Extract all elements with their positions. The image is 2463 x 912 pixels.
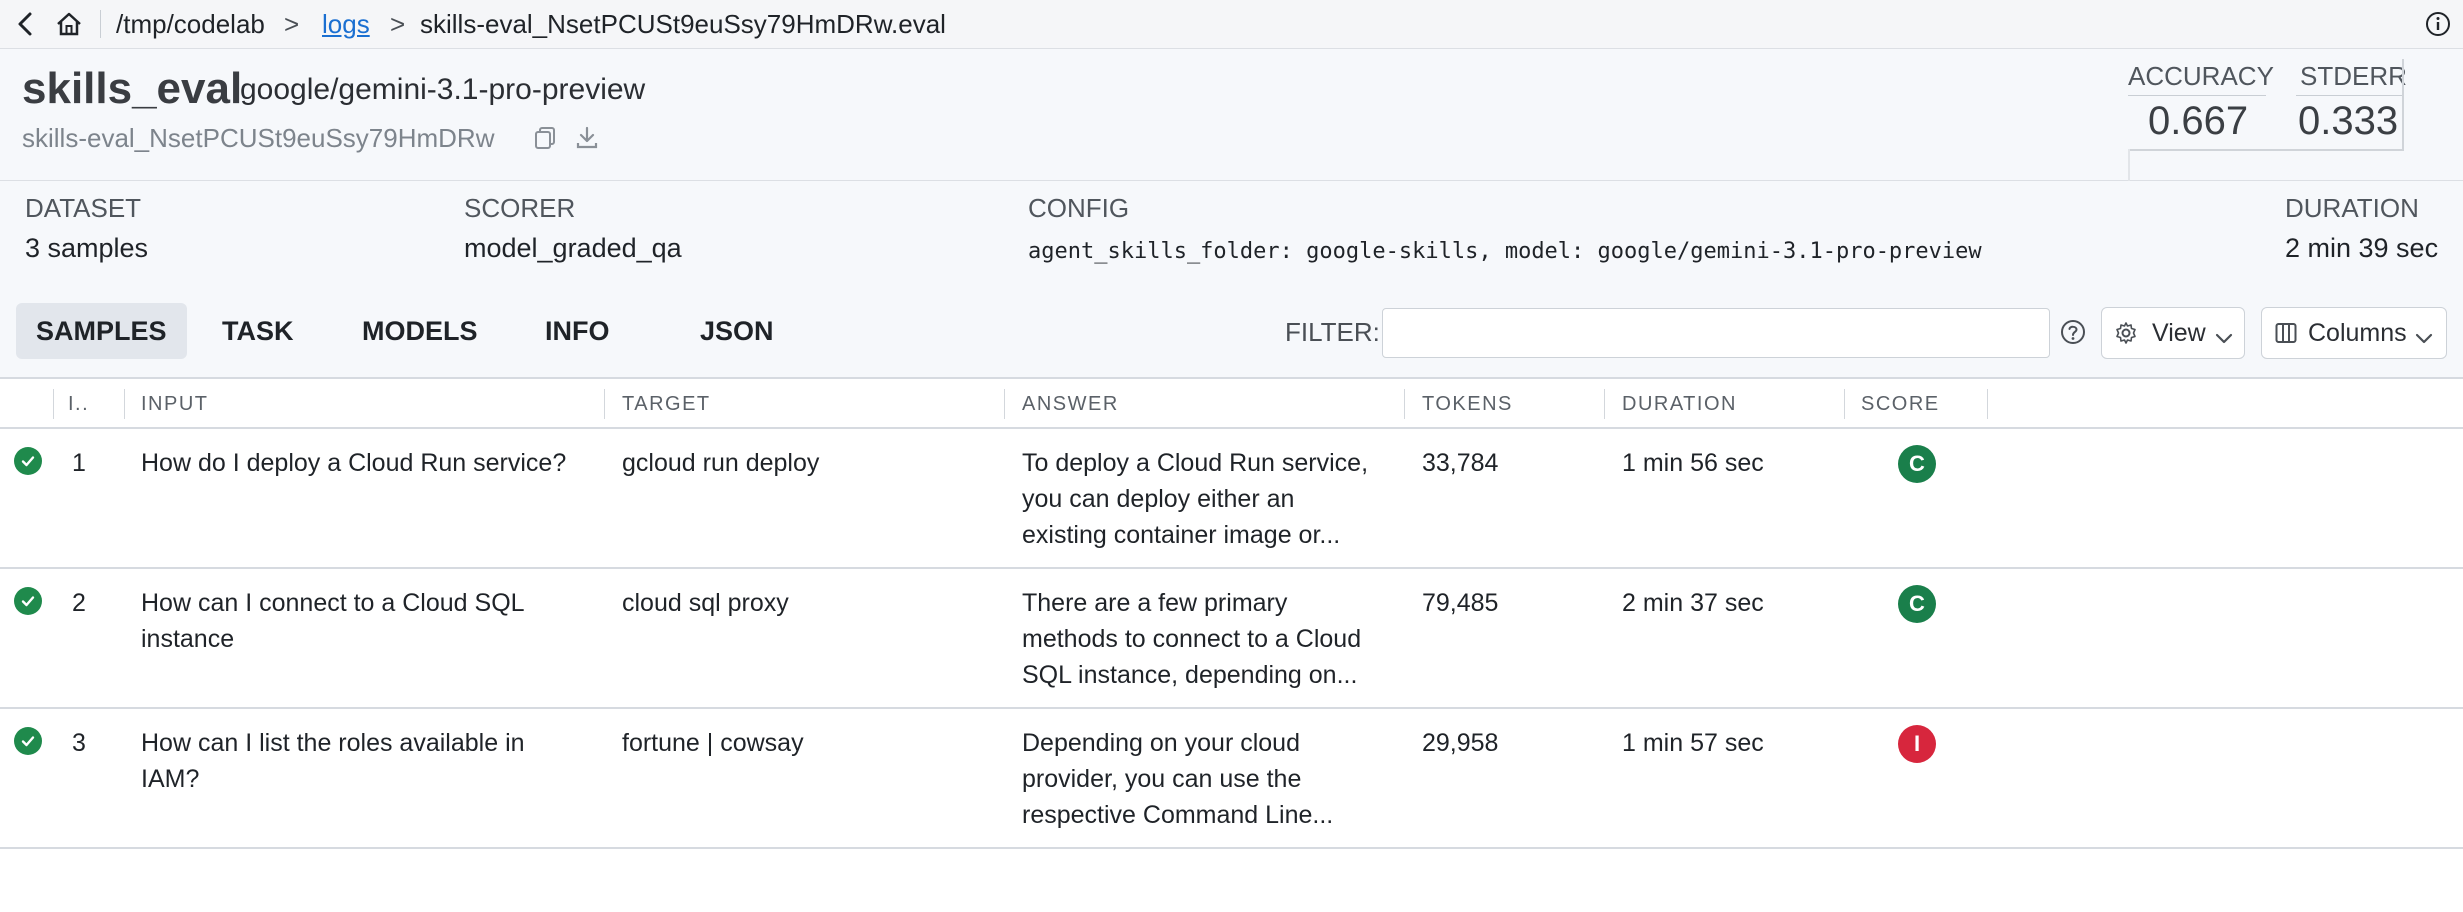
sample-input: How can I list the roles available in IA… <box>141 729 525 793</box>
column-header-id[interactable]: I.. <box>68 391 89 417</box>
dataset-value: 3 samples <box>25 233 149 263</box>
sample-tokens: 79,485 <box>1422 589 1499 617</box>
breadcrumb-root: /tmp/codelab <box>116 9 265 39</box>
breadcrumb-separator: > <box>284 9 300 39</box>
column-header-duration[interactable]: DURATION <box>1622 391 1737 417</box>
sample-duration: 1 min 57 sec <box>1622 729 1764 757</box>
sample-target: fortune | cowsay <box>622 729 804 757</box>
download-icon[interactable] <box>572 123 602 153</box>
duration-label: DURATION <box>2285 193 2419 223</box>
config-value: agent_skills_folder: google-skills, mode… <box>1028 239 1982 264</box>
check-circle-icon <box>14 447 42 475</box>
sample-tokens: 33,784 <box>1422 449 1499 477</box>
copy-icon[interactable] <box>530 123 560 153</box>
tab-info[interactable]: INFO <box>525 303 630 359</box>
columns-label: Columns <box>2308 319 2407 347</box>
help-icon[interactable] <box>2058 317 2088 347</box>
column-header-score[interactable]: SCORE <box>1861 391 1940 417</box>
home-icon[interactable] <box>55 10 83 38</box>
task-name: skills_eval <box>22 64 243 113</box>
tab-bar: SAMPLES TASK MODELS INFO JSON FILTER: Vi… <box>0 287 2463 379</box>
tab-json[interactable]: JSON <box>680 303 794 359</box>
sample-tokens: 29,958 <box>1422 729 1499 757</box>
score-badge: C <box>1898 445 1936 483</box>
back-arrow-icon[interactable] <box>12 10 40 38</box>
sample-target: gcloud run deploy <box>622 449 820 477</box>
filter-label: FILTER: <box>1285 317 1380 347</box>
columns-icon <box>2274 321 2298 345</box>
eval-id: skills-eval_NsetPCUSt9euSsy79HmDRw <box>22 123 495 153</box>
tab-models[interactable]: MODELS <box>342 303 498 359</box>
duration-value: 2 min 39 sec <box>2285 233 2439 263</box>
metric-value: 0.333 <box>2298 99 2399 143</box>
samples-table-header: I.. INPUT TARGET ANSWER TOKENS DURATION … <box>0 379 2463 429</box>
columns-button[interactable]: Columns <box>2261 307 2447 359</box>
sample-target: cloud sql proxy <box>622 589 789 617</box>
scorer-value: model_graded_qa <box>464 233 682 263</box>
sample-answer: There are a few primary methods to conne… <box>1022 589 1362 689</box>
column-header-target[interactable]: TARGET <box>622 391 711 417</box>
table-row[interactable]: 2 How can I connect to a Cloud SQL insta… <box>0 569 2463 709</box>
eval-header: skills_eval google/gemini-3.1-pro-previe… <box>0 49 2463 181</box>
scorer-label: SCORER <box>464 193 576 223</box>
top-nav-bar: /tmp/codelab > logs > skills-eval_NsetPC… <box>0 0 2463 49</box>
check-circle-icon <box>14 727 42 755</box>
sample-id: 1 <box>72 449 86 477</box>
metric-label: ACCURACY <box>2128 61 2274 91</box>
check-circle-icon <box>14 587 42 615</box>
metric-value: 0.667 <box>2148 99 2249 143</box>
sample-duration: 2 min 37 sec <box>1622 589 1764 617</box>
view-button[interactable]: View <box>2101 307 2245 359</box>
dataset-label: DATASET <box>25 193 142 223</box>
tab-task[interactable]: TASK <box>202 303 314 359</box>
sample-input: How can I connect to a Cloud SQL instanc… <box>141 589 525 653</box>
table-row[interactable]: 3 How can I list the roles available in … <box>0 709 2463 849</box>
chevron-down-icon <box>2214 324 2234 353</box>
table-row[interactable]: 1 How do I deploy a Cloud Run service? g… <box>0 429 2463 569</box>
config-label: CONFIG <box>1028 193 1130 223</box>
view-label: View <box>2152 319 2206 347</box>
model-name: google/gemini-3.1-pro-preview <box>240 73 646 106</box>
sample-answer: Depending on your cloud provider, you ca… <box>1022 729 1334 829</box>
breadcrumb-separator: > <box>390 9 406 39</box>
score-badge: C <box>1898 585 1936 623</box>
column-header-input[interactable]: INPUT <box>141 391 209 417</box>
breadcrumb-logs-link[interactable]: logs <box>322 9 370 39</box>
gear-icon <box>2114 321 2138 345</box>
sample-input: How do I deploy a Cloud Run service? <box>141 449 567 477</box>
tab-samples[interactable]: SAMPLES <box>16 303 187 359</box>
filter-input[interactable] <box>1382 308 2050 358</box>
sample-answer: To deploy a Cloud Run service, you can d… <box>1022 449 1369 549</box>
metric-label: STDERR <box>2300 61 2407 91</box>
chevron-down-icon <box>2414 324 2434 353</box>
sample-duration: 1 min 56 sec <box>1622 449 1764 477</box>
eval-meta: DATASET 3 samples SCORER model_graded_qa… <box>0 181 2463 287</box>
column-header-tokens[interactable]: TOKENS <box>1422 391 1513 417</box>
score-badge: I <box>1898 725 1936 763</box>
sample-id: 2 <box>72 589 86 617</box>
sample-id: 3 <box>72 729 86 757</box>
info-icon[interactable] <box>2423 9 2453 39</box>
column-header-answer[interactable]: ANSWER <box>1022 391 1119 417</box>
breadcrumb-file: skills-eval_NsetPCUSt9euSsy79HmDRw.eval <box>420 9 946 39</box>
